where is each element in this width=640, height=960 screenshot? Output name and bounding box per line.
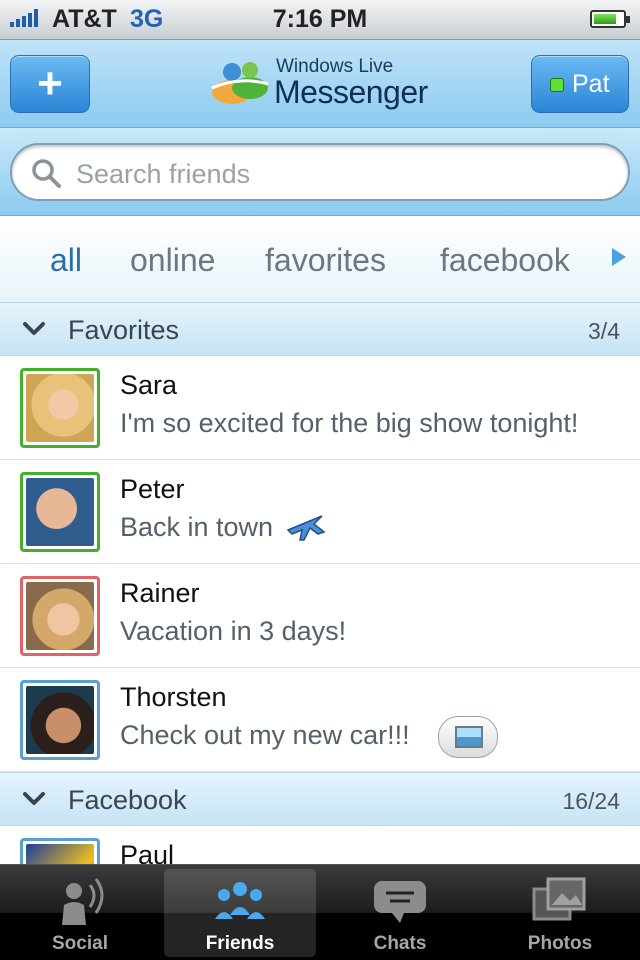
contact-row-rainer[interactable]: Rainer Vacation in 3 days! [0,564,640,668]
contact-row-peter[interactable]: Peter Back in town [0,460,640,564]
add-contact-button[interactable]: + [10,55,90,113]
section-count: 3/4 [588,318,620,344]
filter-tab-all[interactable]: all [50,242,82,279]
photo-icon [455,726,483,748]
messenger-logo: Windows Live Messenger [210,54,440,114]
contact-status: Check out my new car!!! [120,720,410,750]
section-title: Favorites [68,315,180,345]
tab-label: Chats [373,933,427,954]
tab-friends[interactable]: Friends [164,869,316,957]
search-input[interactable]: Search friends [10,143,630,201]
tab-social[interactable]: Social [4,869,156,957]
contact-name: Peter [120,474,185,504]
brand-messenger: Messenger [274,74,428,110]
contact-status: Back in town [120,512,274,542]
search-icon [32,159,61,188]
user-status-button[interactable]: Pat [531,55,629,113]
avatar [20,680,100,760]
friends-icon [215,882,265,919]
clock: 7:16 PM [272,5,368,33]
section-title: Facebook [68,785,187,815]
tab-photos[interactable]: Photos [484,869,636,957]
avatar [20,368,100,448]
tab-label: Friends [205,933,275,954]
status-bar: AT&T 3G 7:16 PM [0,0,640,40]
user-name-label: Pat [572,70,610,98]
photo-attachment-button[interactable] [438,716,498,758]
section-header-favorites[interactable]: Favorites 3/4 [0,302,640,356]
social-icon [62,878,104,925]
bottom-tab-bar: Social Friends Chats Photos [0,864,640,960]
tab-label: Social [52,933,108,954]
messenger-buddies-icon [211,62,269,104]
airplane-icon [286,515,326,541]
contact-status: Vacation in 3 days! [120,616,347,646]
tab-label: Photos [527,933,593,954]
search-bar: Search friends [0,128,640,216]
chevron-down-icon [23,322,45,335]
filter-tab-online[interactable]: online [130,242,215,279]
contact-row-thorsten[interactable]: Thorsten Check out my new car!!! [0,668,640,772]
chats-icon [374,881,426,923]
presence-online-icon [550,78,564,92]
avatar [20,472,100,552]
section-header-facebook[interactable]: Facebook 16/24 [0,772,640,826]
filter-tabs: all online favorites facebook [0,216,640,302]
photos-icon [532,877,586,921]
tab-chats[interactable]: Chats [324,869,476,957]
avatar [20,576,100,656]
filter-tab-facebook[interactable]: facebook [440,242,570,279]
contact-row-sara[interactable]: Sara I'm so excited for the big show ton… [0,356,640,460]
filter-tab-favorites[interactable]: favorites [265,242,386,279]
filter-scroll-right-icon[interactable] [612,248,626,266]
contact-name: Rainer [120,578,200,608]
search-placeholder: Search friends [76,159,251,189]
battery-icon [590,10,630,28]
contact-status: I'm so excited for the big show tonight! [120,408,579,438]
contact-name: Thorsten [120,682,227,712]
app-header: + Windows Live Messenger Pat [0,40,640,128]
chevron-down-icon [23,792,45,805]
contact-name: Sara [120,370,178,400]
section-count: 16/24 [562,788,620,814]
